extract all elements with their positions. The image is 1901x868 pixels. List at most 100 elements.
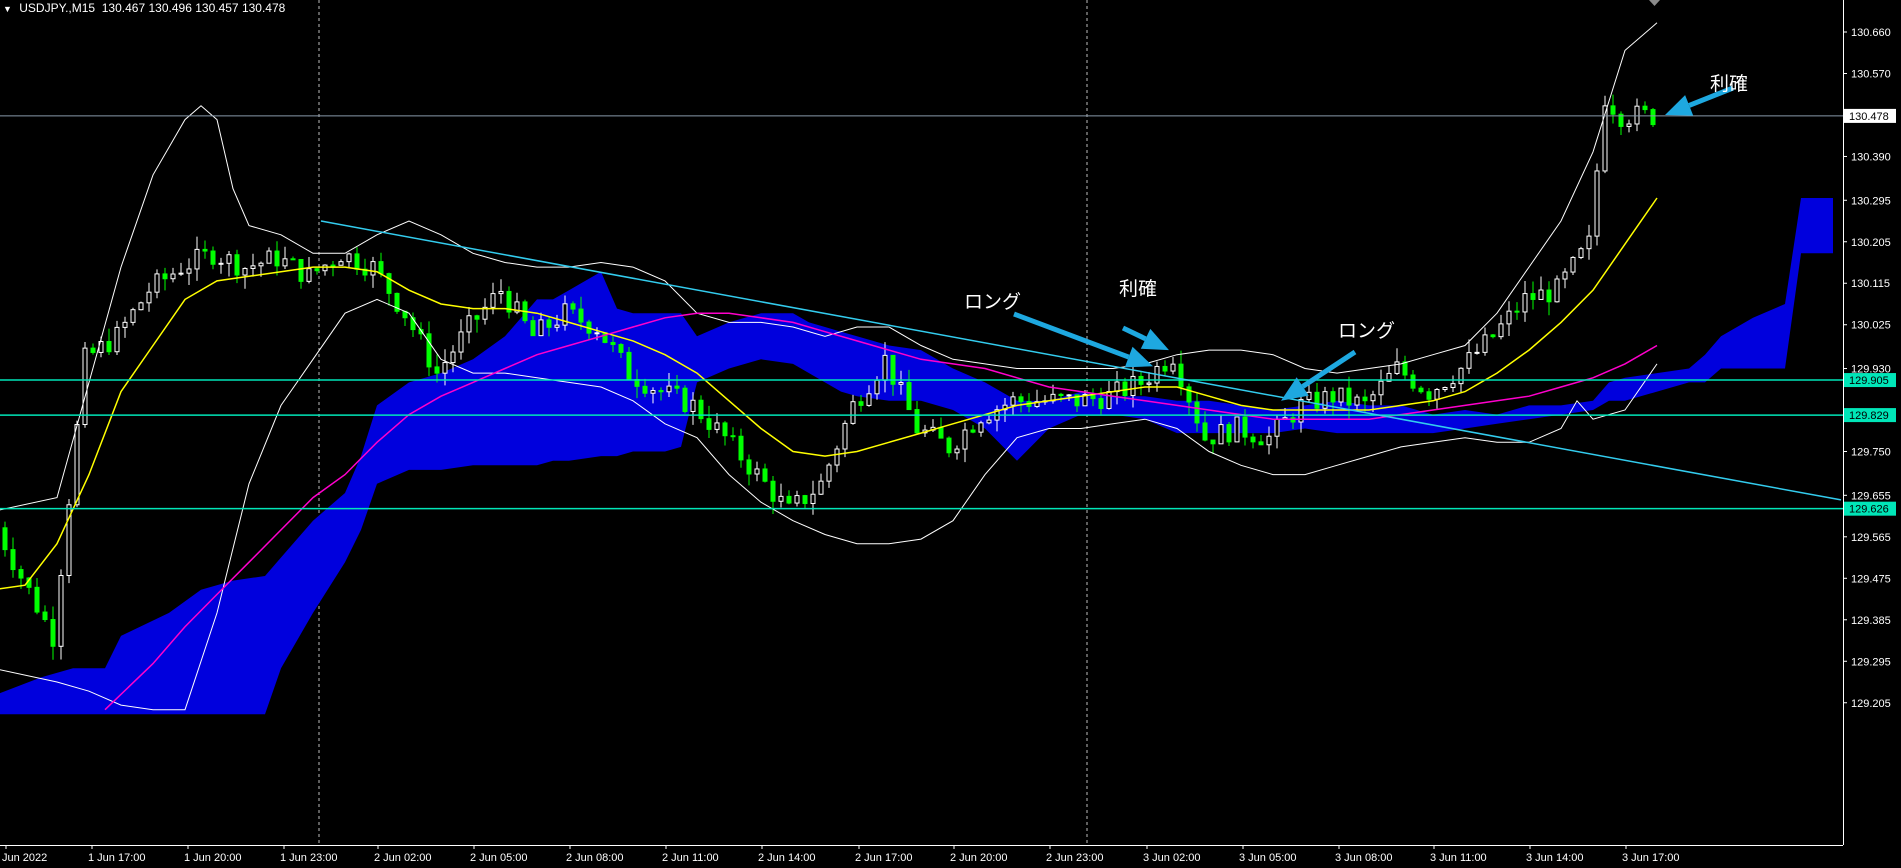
x-tick-label: 2 Jun 14:00 — [758, 852, 816, 864]
candle-body — [1266, 435, 1272, 446]
candle-body — [74, 423, 80, 506]
candle-body — [114, 326, 120, 353]
candle-body — [226, 254, 232, 264]
candle-body — [682, 387, 688, 412]
high-value: 130.496 — [148, 1, 192, 15]
candle-body — [50, 619, 56, 647]
candle-body — [90, 347, 96, 353]
x-tick-label: 3 Jun 02:00 — [1143, 852, 1201, 864]
candle-body — [186, 268, 192, 274]
candle-body — [1466, 352, 1472, 369]
candle-body — [1578, 248, 1584, 258]
collapse-triangle-icon[interactable]: ▼ — [3, 4, 12, 14]
y-tick-label: 130.660 — [1851, 27, 1891, 39]
x-tick-label: 2 Jun 08:00 — [566, 852, 624, 864]
candle-body — [714, 422, 720, 430]
candle-body — [194, 248, 200, 270]
candle-body — [690, 399, 696, 412]
candle-body — [346, 253, 352, 263]
candle-body — [594, 332, 600, 335]
candle-body — [1498, 323, 1504, 338]
candle-body — [1514, 310, 1520, 313]
candle-body — [434, 366, 440, 374]
price-chart[interactable]: 130.660 130.570 130.390 130.295 130.205 130.1… — [0, 0, 1901, 868]
candle-body — [1218, 424, 1224, 445]
candle-body — [1442, 387, 1448, 391]
annotation-take-profit-1: 利確 — [1119, 278, 1158, 300]
candle-body — [210, 250, 216, 265]
candle-body — [1178, 363, 1184, 388]
candle-body — [170, 273, 176, 280]
candle-body — [850, 401, 856, 424]
candle-body — [1650, 109, 1656, 126]
candle-body — [1338, 387, 1344, 403]
candle-body — [1330, 391, 1336, 403]
candle-body — [866, 393, 872, 406]
candle-body — [458, 331, 464, 353]
candle-body — [306, 268, 312, 282]
candle-body — [1314, 391, 1320, 409]
candle-body — [818, 480, 824, 495]
candle-body — [274, 250, 280, 267]
annotation-long-2: ロング — [1338, 320, 1396, 342]
candle-body — [1522, 293, 1528, 313]
candle-body — [1194, 401, 1200, 424]
candle-body — [1170, 363, 1176, 372]
annotation-long-1: ロング — [964, 291, 1022, 313]
x-tick-label: 2 Jun 02:00 — [374, 852, 432, 864]
candle-body — [1346, 387, 1352, 406]
candle-body — [650, 390, 656, 394]
x-tick-label: 2 Jun 11:00 — [662, 852, 719, 864]
candle-body — [1594, 170, 1600, 237]
candle-body — [618, 344, 624, 353]
candle-body — [490, 293, 496, 308]
candle-body — [58, 575, 64, 647]
candle-body — [1210, 439, 1216, 445]
x-tick-label: Jun 2022 — [2, 852, 47, 864]
y-tick-label: 130.025 — [1851, 320, 1891, 332]
candle-body — [1122, 381, 1128, 397]
candle-body — [330, 264, 336, 267]
level-price-tag-label-2: 129.829 — [1849, 410, 1889, 422]
candle-body — [82, 347, 88, 425]
candle-body — [874, 379, 880, 395]
candle-body — [130, 309, 136, 323]
candle-body — [962, 429, 968, 450]
symbol-name: USDJPY.,M15 — [19, 1, 96, 15]
level-price-tag-label-1: 129.905 — [1849, 375, 1889, 387]
candle-body — [1482, 334, 1488, 353]
candle-body — [658, 390, 664, 393]
candle-body — [794, 495, 800, 504]
level-price-tag-label-3: 129.626 — [1849, 504, 1889, 516]
candle-body — [1642, 105, 1648, 111]
candle-body — [778, 495, 784, 502]
candle-body — [34, 586, 40, 613]
candle-body — [1098, 398, 1104, 409]
candle-body — [1226, 424, 1232, 443]
candle-body — [426, 333, 432, 368]
candle-body — [770, 480, 776, 502]
candle-body — [386, 273, 392, 294]
candle-body — [570, 303, 576, 310]
candle-body — [1234, 416, 1240, 443]
candle-body — [10, 549, 16, 571]
annotation-take-profit-2: 利確 — [1710, 73, 1749, 95]
y-tick-label: 129.565 — [1851, 532, 1891, 544]
candle-body — [138, 302, 144, 311]
y-tick-label: 130.295 — [1851, 195, 1891, 207]
candle-body — [1010, 396, 1016, 406]
candle-body — [986, 419, 992, 424]
candle-body — [970, 429, 976, 433]
candle-body — [938, 426, 944, 439]
symbol-header: ▼ USDJPY.,M15 130.467 130.496 130.457 13… — [3, 1, 285, 15]
x-tick-label: 1 Jun 17:00 — [88, 852, 146, 864]
candle-body — [1554, 278, 1560, 303]
x-tick-label: 1 Jun 23:00 — [280, 852, 338, 864]
candle-body — [1610, 105, 1616, 115]
y-tick-label: 129.385 — [1851, 615, 1891, 627]
candle-body — [1458, 367, 1464, 385]
y-tick-label: 130.115 — [1851, 278, 1890, 290]
candle-body — [1370, 394, 1376, 402]
chart-background — [0, 0, 1901, 868]
candle-body — [1106, 391, 1112, 409]
